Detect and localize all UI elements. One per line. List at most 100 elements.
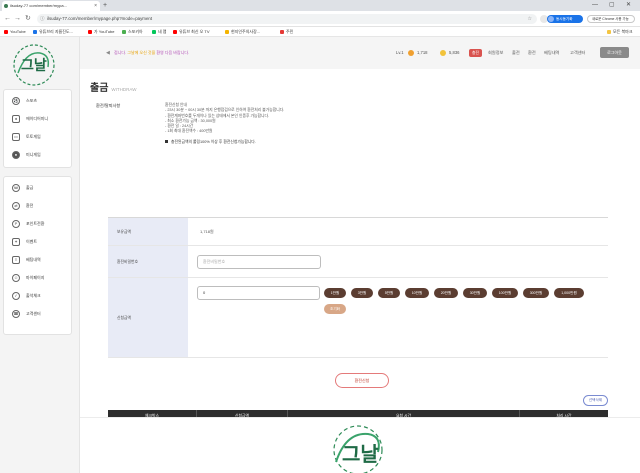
add-10m-button[interactable]: 1,000만원 <box>554 288 584 298</box>
all-bookmarks[interactable]: 모든 북마크 <box>607 28 633 36</box>
bookmark-label: YouTube <box>10 29 26 34</box>
notice-ticker: 접니다. 그날에 오신 것을 환영 다음 바랍니다. <box>114 49 189 56</box>
delete-selected-button[interactable]: 선택삭제 <box>583 395 608 406</box>
reload-icon[interactable]: ↻ <box>25 14 31 23</box>
reset-amount-button[interactable]: 초기화 <box>324 304 346 314</box>
speaker-icon: ◀ <box>106 50 110 56</box>
note-line: - 23시 30분 ~ 00시 30분 까지 은행점검으로 인하여 환전처리 불… <box>165 108 285 113</box>
money-coin-icon <box>440 50 446 56</box>
nav-member-info[interactable]: 회원정보 <box>488 49 503 57</box>
bookmark-item[interactable]: 네 맵 <box>152 28 166 36</box>
sidebar-item-sports[interactable]: ⚽ 스포츠 <box>4 94 73 108</box>
page-subtitle: WITHDRAW <box>111 87 137 92</box>
withdraw-amount-input[interactable]: 0 <box>197 286 320 300</box>
bookmark-item[interactable]: 유튜브리 지름진도... <box>33 28 73 36</box>
back-icon[interactable]: ← <box>4 14 11 23</box>
balance-value: 1,718원 <box>200 229 214 234</box>
bookmark-item[interactable]: YouTube <box>4 28 26 36</box>
bookmark-star-icon[interactable]: ☆ <box>528 14 532 24</box>
sidebar-item-minigame[interactable]: ● 미니게임 <box>4 148 73 162</box>
nav-exchange[interactable]: 환전 <box>528 49 536 57</box>
tab-close-icon[interactable]: × <box>94 1 97 11</box>
apply-withdraw-button[interactable]: 환전신청 <box>335 373 389 388</box>
sidebar: 그날 ⚽ 스포츠 ♠ 에이디어미니 ▭ 토토게임 ● 미니게임 ₩ 출금 ⇄ 환전 P 포인트… <box>0 37 80 473</box>
sidebar-item-withdraw[interactable]: ₩ 출금 <box>4 181 73 195</box>
add-1m-button[interactable]: 100만원 <box>492 288 518 298</box>
bookmarks-bar: YouTube 유튜브리 지름진도... 가 YouTube 스포키아 네 맵 … <box>0 27 640 37</box>
sidebar-menu-games: ⚽ 스포츠 ♠ 에이디어미니 ▭ 토토게임 ● 미니게임 <box>3 89 72 168</box>
sidebar-item-bet-history[interactable]: ≡ 베팅내역 <box>4 253 73 267</box>
site-info-icon[interactable]: ⓘ <box>40 14 45 24</box>
exchange-icon: ⇄ <box>12 202 20 210</box>
profile-label: 동시동기화 <box>556 17 573 21</box>
withdraw-form: 보유금액 1,718원 환전비밀번호 환전비밀번호 신청금액 0 1만원 3만원… <box>108 217 608 358</box>
ticket-icon: ▭ <box>12 133 20 141</box>
bookmark-label: 현지인주의사장... <box>231 29 261 34</box>
url-input[interactable]: ⓘ ilsuday-77.com/member/mypage.php?mode=… <box>37 14 537 24</box>
gamepad-icon: ● <box>12 151 20 159</box>
bookmark-item[interactable]: 주민 <box>280 28 293 36</box>
cards-icon: ♠ <box>12 115 20 123</box>
point-coin-icon <box>408 50 414 56</box>
sidebar-item-mypage[interactable]: ☺ 마이페이지 <box>4 271 73 285</box>
add-200k-button[interactable]: 20만원 <box>434 288 458 298</box>
forward-icon[interactable]: → <box>14 14 21 23</box>
bullet-icon <box>165 140 168 144</box>
bookmark-favicon <box>280 30 284 34</box>
password-row: 환전비밀번호 환전비밀번호 <box>108 246 608 278</box>
sidebar-item-attendance[interactable]: ✓ 출석체크 <box>4 289 73 303</box>
notice-highlight: 그날에 오신 것을 <box>127 50 156 55</box>
bookmark-item[interactable]: 현지인주의사장... <box>225 28 260 36</box>
bookmark-item[interactable]: 유튜브 최신 오 TV <box>173 28 210 36</box>
bookmark-item[interactable]: 가 YouTube <box>88 28 115 36</box>
sidebar-item-label: 고객센터 <box>26 311 41 316</box>
add-300k-button[interactable]: 30만원 <box>463 288 487 298</box>
bookmark-label: 유튜브리 지름진도... <box>39 29 73 34</box>
footer-logo[interactable]: 그날 <box>324 418 392 473</box>
user-money: 5,836 <box>449 50 460 55</box>
site-logo[interactable]: 그날 <box>12 43 56 87</box>
gift-icon: ✦ <box>12 238 20 246</box>
withdraw-password-input[interactable]: 환전비밀번호 <box>197 255 321 269</box>
sidebar-item-label: 마이페이지 <box>26 275 45 280</box>
bookmark-favicon <box>122 30 126 34</box>
sidebar-item-support[interactable]: ☎ 고객센터 <box>4 307 73 321</box>
add-50k-button[interactable]: 5만원 <box>378 288 400 298</box>
bookmark-favicon <box>152 30 156 34</box>
window-close-icon[interactable]: ✕ <box>626 0 631 10</box>
nav-bet-history[interactable]: 베팅내역 <box>544 49 559 57</box>
top-bar: ◀ 접니다. 그날에 오신 것을 환영 다음 바랍니다. Lv.1 1,718 … <box>80 37 640 69</box>
main-content: 출금 WITHDRAW 환전/탈퇴사항 환전신청 안내 - 23시 30분 ~ 0… <box>80 69 640 473</box>
add-10k-button[interactable]: 1만원 <box>324 288 346 298</box>
point-icon: P <box>12 220 20 228</box>
logout-button[interactable]: 로그아웃 <box>600 47 629 58</box>
password-label: 환전비밀번호 <box>108 246 188 277</box>
balance-label: 보유금액 <box>108 218 188 245</box>
all-bookmarks-label: 모든 북마크 <box>613 29 633 34</box>
browser-tab[interactable]: ilsuday-77 com/member/mypa... × <box>2 1 100 11</box>
notes-label: 환전/탈퇴사항 <box>96 103 121 108</box>
sidebar-item-point[interactable]: P 포인트전환 <box>4 217 73 231</box>
coin-icon: ₩ <box>12 184 20 192</box>
sidebar-item-toto[interactable]: ▭ 토토게임 <box>4 130 73 144</box>
footer: 그날 <box>80 417 640 473</box>
add-3m-button[interactable]: 300만원 <box>523 288 549 298</box>
new-tab-icon[interactable]: + <box>103 1 107 10</box>
nav-deposit[interactable]: 출전 <box>512 49 520 57</box>
bookmark-item[interactable]: 스포키아 <box>122 28 143 36</box>
profile-button[interactable]: 동시동기화 <box>547 15 583 23</box>
tab-title: ilsuday-77 com/member/mypa... <box>10 3 67 8</box>
sidebar-item-casino[interactable]: ♠ 에이디어미니 <box>4 112 73 126</box>
minimize-icon[interactable]: — <box>592 0 598 10</box>
amount-label: 신청금액 <box>108 278 188 357</box>
sidebar-item-event[interactable]: ✦ 이벤트 <box>4 235 73 249</box>
maximize-icon[interactable]: ▢ <box>609 0 615 10</box>
nav-support[interactable]: 고객센터 <box>570 49 585 57</box>
folder-icon <box>607 30 611 34</box>
charge-badge[interactable]: 충전 <box>469 49 482 57</box>
url-text: ilsuday-77.com/member/mypage.php?mode=pa… <box>47 16 153 21</box>
add-100k-button[interactable]: 10만원 <box>405 288 429 298</box>
sidebar-item-exchange[interactable]: ⇄ 환전 <box>4 199 73 213</box>
chrome-update-button[interactable]: 새로운 Chrome 사용 가능 <box>587 15 635 23</box>
add-30k-button[interactable]: 3만원 <box>351 288 373 298</box>
